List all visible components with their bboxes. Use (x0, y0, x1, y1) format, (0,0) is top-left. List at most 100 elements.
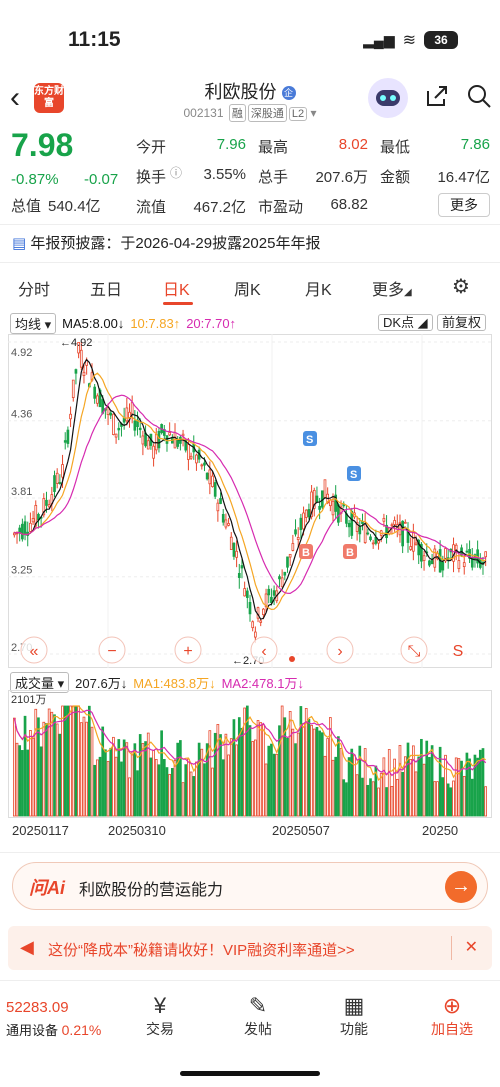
volume-bar (462, 775, 466, 817)
candle-body (229, 536, 233, 550)
candle-body (235, 550, 238, 558)
tab-intraday[interactable]: 分时 (18, 276, 50, 300)
volume-bar (262, 724, 265, 817)
candle-body (173, 432, 177, 449)
more-button[interactable]: 更多 (438, 193, 490, 217)
date-label: 20250117 (12, 823, 69, 838)
volume-bar (270, 743, 273, 817)
volume-bar (192, 776, 196, 817)
volume-bar (312, 728, 316, 817)
nav-post[interactable]: ✎ 发帖 (218, 993, 298, 1039)
volume-bar (385, 787, 388, 817)
volume-bar (296, 732, 300, 817)
amount-value: 16.47亿 (437, 169, 490, 186)
candle-body (74, 369, 78, 374)
chevron-down-icon[interactable]: ▾ (310, 106, 316, 120)
volume-bar (318, 730, 321, 817)
ma20-label: 20:7.70↑ (186, 316, 237, 331)
volume-chart[interactable]: 2101万 (8, 690, 492, 818)
volume-bar (237, 717, 241, 817)
volume-bar (208, 730, 212, 817)
candle-body (93, 386, 97, 399)
volume-bar (203, 763, 206, 817)
report-notice[interactable]: ▤ 年报预披露：于2026-04-29披露2025年年报 (12, 232, 320, 253)
candle-body (117, 427, 121, 431)
candle-body (112, 413, 115, 435)
index-name: 通用设备 (6, 1023, 59, 1038)
volume-bar (430, 745, 434, 817)
trade-icon: ¥ (153, 993, 167, 1018)
megaphone-icon: ◀ (20, 937, 34, 957)
volume-bar (98, 756, 102, 817)
candle-body (181, 433, 185, 437)
candle-body (243, 588, 246, 597)
open-value: 7.96 (216, 136, 246, 153)
tag-level2: L2 (288, 107, 308, 121)
candle-body (96, 395, 99, 404)
y-tick-label: 3.25 (11, 565, 32, 577)
candle-body (152, 445, 155, 459)
settings-gear-icon[interactable]: ⚙ (452, 274, 470, 299)
volume-bar (55, 723, 59, 817)
volume-bar (189, 771, 193, 817)
tab-five-day[interactable]: 五日 (90, 276, 122, 300)
candle-body (211, 475, 214, 488)
candle-body (331, 500, 335, 516)
candle-body (296, 537, 300, 540)
volume-bar (401, 771, 404, 817)
pe-value: 68.82 (330, 196, 368, 213)
candle-body (291, 543, 295, 551)
y-tick-label: 4.36 (11, 409, 32, 421)
ma-select[interactable]: 均线 ▾ (10, 313, 57, 334)
chart-control-icon: − (107, 643, 116, 660)
volume-bar (79, 722, 83, 817)
volume-bar (323, 755, 327, 817)
candle-body (23, 521, 27, 536)
nav-add-watchlist[interactable]: ⊕ 加自选 (412, 993, 492, 1039)
candlestick-chart[interactable]: 4.924.363.813.252.70←4.92←2.70SSBB«−+‹›⤡… (8, 334, 492, 668)
tab-daily-k[interactable]: 日K (163, 276, 190, 300)
volume-bar (45, 723, 48, 817)
assistant-avatar[interactable] (368, 78, 408, 118)
ask-ai-bar[interactable]: 问Ai 利欧股份的营运能力 → (12, 862, 488, 910)
tag-connect: 深股通 (247, 104, 287, 122)
candle-body (71, 379, 75, 398)
candle-body (213, 482, 217, 497)
volume-bar (82, 716, 86, 817)
index-ticker[interactable]: 52283.09 通用设备 0.21% (6, 999, 101, 1039)
total-value: 540.4亿 (48, 198, 101, 215)
info-icon[interactable]: ⓘ (170, 164, 182, 181)
volume-bar (13, 717, 16, 817)
change-amount: -0.07 (84, 171, 119, 188)
status-bar: 11:15 ▂▄▆ ≋ 36 (0, 0, 500, 75)
volume-bar (160, 730, 163, 817)
volume-bar (63, 705, 67, 817)
dk-button[interactable]: DK点 ◢ (378, 312, 433, 332)
candle-body (307, 509, 311, 518)
volume-bar (29, 730, 32, 817)
pe-label: 市盈动 (258, 199, 304, 216)
arrow-right-icon[interactable]: → (445, 871, 477, 903)
volume-bar (363, 748, 367, 817)
volume-bar (47, 708, 51, 817)
close-icon[interactable]: ✕ (465, 937, 478, 957)
volume-value: 207.6万 (315, 169, 368, 186)
tab-monthly-k[interactable]: 月K (305, 276, 332, 300)
candle-body (240, 565, 244, 569)
candle-body (457, 560, 461, 569)
volume-bar (50, 711, 54, 817)
volume-bar (256, 720, 260, 817)
tag-margin: 融 (228, 104, 246, 122)
promo-banner[interactable]: ◀ 这份“降成本”秘籍请收好！VIP融资利率通道>> ✕ (8, 926, 492, 970)
search-icon[interactable] (466, 83, 492, 116)
share-icon[interactable] (424, 83, 450, 116)
date-label: 20250507 (272, 823, 330, 838)
tab-weekly-k[interactable]: 周K (234, 276, 261, 300)
volume-bar (406, 742, 410, 817)
tab-more[interactable]: 更多◢ (372, 276, 412, 300)
nav-functions[interactable]: ▦ 功能 (314, 993, 394, 1039)
nav-trade[interactable]: ¥ 交易 (120, 993, 200, 1039)
volume-bar (267, 745, 271, 817)
adjust-button[interactable]: 前复权 (437, 312, 487, 332)
candle-body (63, 440, 67, 443)
